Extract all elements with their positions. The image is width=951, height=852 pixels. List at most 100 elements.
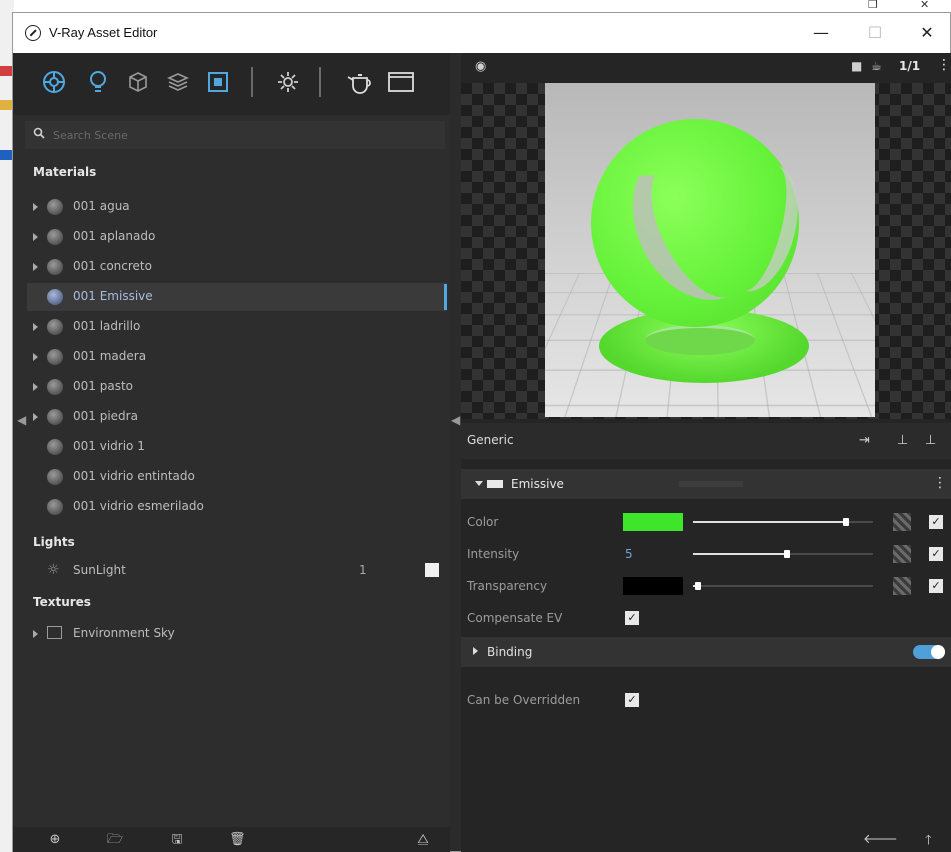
- lights-section-title: Lights: [33, 535, 75, 549]
- collapse-left-panel-icon[interactable]: ◀: [17, 413, 26, 427]
- emissive-layer-header[interactable]: Emissive ⋮: [461, 469, 951, 499]
- layer-name: Emissive: [511, 477, 564, 491]
- materials-icon[interactable]: [41, 69, 67, 95]
- preview-base-inner: [645, 325, 755, 355]
- list-item[interactable]: 001 concreto: [27, 253, 447, 281]
- preview-teapot-icon[interactable]: ☕: [871, 59, 882, 73]
- light-enabled-checkbox[interactable]: [425, 563, 439, 577]
- expand-arrow-icon[interactable]: [33, 263, 38, 271]
- list-item[interactable]: 001 madera: [27, 343, 447, 371]
- material-ball-icon: [47, 229, 63, 245]
- expand-arrow-icon[interactable]: [33, 630, 38, 638]
- material-ball-icon: [47, 439, 63, 455]
- material-name: 001 piedra: [73, 409, 138, 423]
- slider-knob[interactable]: [783, 550, 790, 558]
- textures-section-title: Textures: [33, 595, 91, 609]
- layer-options-icon[interactable]: ⋮: [933, 475, 947, 491]
- material-ball-icon: [47, 409, 63, 425]
- list-item[interactable]: 001 vidrio 1: [27, 433, 447, 461]
- transparency-enabled-checkbox[interactable]: ✓: [929, 579, 943, 593]
- intensity-enabled-checkbox[interactable]: ✓: [929, 547, 943, 561]
- binding-toggle[interactable]: [913, 645, 945, 659]
- preview-toolbar: ◉ ■ ☕ 1/1 ⋮: [461, 53, 951, 83]
- list-item[interactable]: 001 pasto: [27, 373, 447, 401]
- open-folder-icon[interactable]: 🗁: [107, 832, 123, 848]
- textures-icon[interactable]: [205, 69, 231, 95]
- texture-map-button[interactable]: [893, 513, 911, 531]
- color-label: Color: [467, 515, 499, 529]
- expand-arrow-icon[interactable]: [33, 323, 38, 331]
- transparency-row: Transparency ✓: [461, 571, 951, 601]
- list-item[interactable]: 001 vidrio esmerilado: [27, 493, 447, 521]
- list-item-environment-sky[interactable]: Environment Sky: [27, 621, 447, 647]
- list-item[interactable]: 001 ladrillo: [27, 313, 447, 341]
- render-elements-icon[interactable]: [165, 69, 191, 95]
- expand-arrow-icon[interactable]: [33, 353, 38, 361]
- add-layer-icon[interactable]: ⊥: [897, 433, 908, 448]
- intensity-value[interactable]: 5: [625, 547, 633, 561]
- texture-map-button[interactable]: [893, 577, 911, 595]
- can-be-overridden-checkbox[interactable]: ✓: [625, 693, 639, 707]
- create-asset-icon[interactable]: ⊕: [47, 832, 63, 848]
- list-item[interactable]: 001 Emissive: [27, 283, 447, 311]
- binding-label: Binding: [487, 645, 533, 659]
- preview-options-icon[interactable]: ⋮: [937, 57, 951, 73]
- list-item[interactable]: 001 vidrio entintado: [27, 463, 447, 491]
- list-item-sunlight[interactable]: ☼ SunLight 1: [27, 558, 447, 584]
- color-slider[interactable]: [693, 518, 873, 526]
- minimize-button[interactable]: —: [799, 19, 843, 47]
- transparency-label: Transparency: [467, 579, 548, 593]
- import-icon[interactable]: ⇥: [859, 433, 870, 448]
- preview-background-icon[interactable]: ■: [851, 59, 862, 73]
- category-toolbar: [13, 53, 450, 115]
- settings-icon[interactable]: [275, 69, 301, 95]
- transparency-slider[interactable]: [693, 582, 873, 590]
- expand-arrow-icon[interactable]: [33, 413, 38, 421]
- preview-render: [545, 83, 875, 417]
- editor-footer: 🡐 🡑: [461, 827, 951, 852]
- collapse-arrow-icon[interactable]: [475, 481, 483, 486]
- color-enabled-checkbox[interactable]: ✓: [929, 515, 943, 529]
- search-box: [25, 121, 445, 149]
- asset-list-panel: Materials Lights ☼ SunLight 1 Textures E…: [13, 53, 450, 852]
- binding-section-header[interactable]: Binding: [461, 637, 951, 667]
- texture-map-button[interactable]: [893, 545, 911, 563]
- color-row: Color ✓: [461, 507, 951, 537]
- preview-resolution-label[interactable]: 1/1: [899, 59, 920, 73]
- color-swatch[interactable]: [623, 513, 683, 531]
- expand-arrow-icon[interactable]: [33, 203, 38, 211]
- delete-icon[interactable]: 🗑: [229, 832, 246, 848]
- maximize-button[interactable]: ☐: [853, 19, 897, 47]
- light-instance-count: 1: [359, 563, 367, 577]
- material-ball-icon: [47, 499, 63, 515]
- transparency-swatch[interactable]: [623, 577, 683, 595]
- expand-arrow-icon[interactable]: [473, 647, 478, 655]
- preview-camera-icon[interactable]: ◉: [475, 59, 486, 74]
- lights-icon[interactable]: [85, 69, 111, 95]
- slider-knob[interactable]: [695, 582, 702, 590]
- slider-knob[interactable]: [843, 518, 849, 526]
- material-ball-icon: [47, 469, 63, 485]
- toolbar-separator: [319, 67, 321, 97]
- expand-arrow-icon[interactable]: [33, 383, 38, 391]
- search-input[interactable]: [53, 125, 433, 145]
- collapse-sidebar-icon[interactable]: ◀: [451, 413, 460, 427]
- teapot-render-icon[interactable]: [343, 69, 377, 95]
- list-item[interactable]: 001 piedra: [27, 403, 447, 431]
- save-icon[interactable]: 🖫: [169, 832, 185, 848]
- add-layer-alt-icon[interactable]: ⊥: [925, 433, 936, 448]
- material-ball-icon: [47, 199, 63, 215]
- frame-buffer-icon[interactable]: [385, 69, 417, 95]
- up-arrow-icon[interactable]: 🡑: [925, 831, 932, 852]
- close-button[interactable]: ✕: [905, 19, 949, 47]
- geometry-icon[interactable]: [125, 69, 151, 95]
- material-name: 001 aplanado: [73, 229, 156, 243]
- purge-unused-icon[interactable]: ⧋: [415, 832, 431, 848]
- back-arrow-icon[interactable]: 🡐: [863, 831, 898, 847]
- asset-editor-window: V-Ray Asset Editor — ☐ ✕ Search Scene Ma…: [12, 12, 951, 852]
- compensate-ev-checkbox[interactable]: ✓: [625, 611, 639, 625]
- list-item[interactable]: 001 aplanado: [27, 223, 447, 251]
- list-item[interactable]: 001 agua: [27, 193, 447, 221]
- intensity-slider[interactable]: [693, 550, 873, 558]
- expand-arrow-icon[interactable]: [33, 233, 38, 241]
